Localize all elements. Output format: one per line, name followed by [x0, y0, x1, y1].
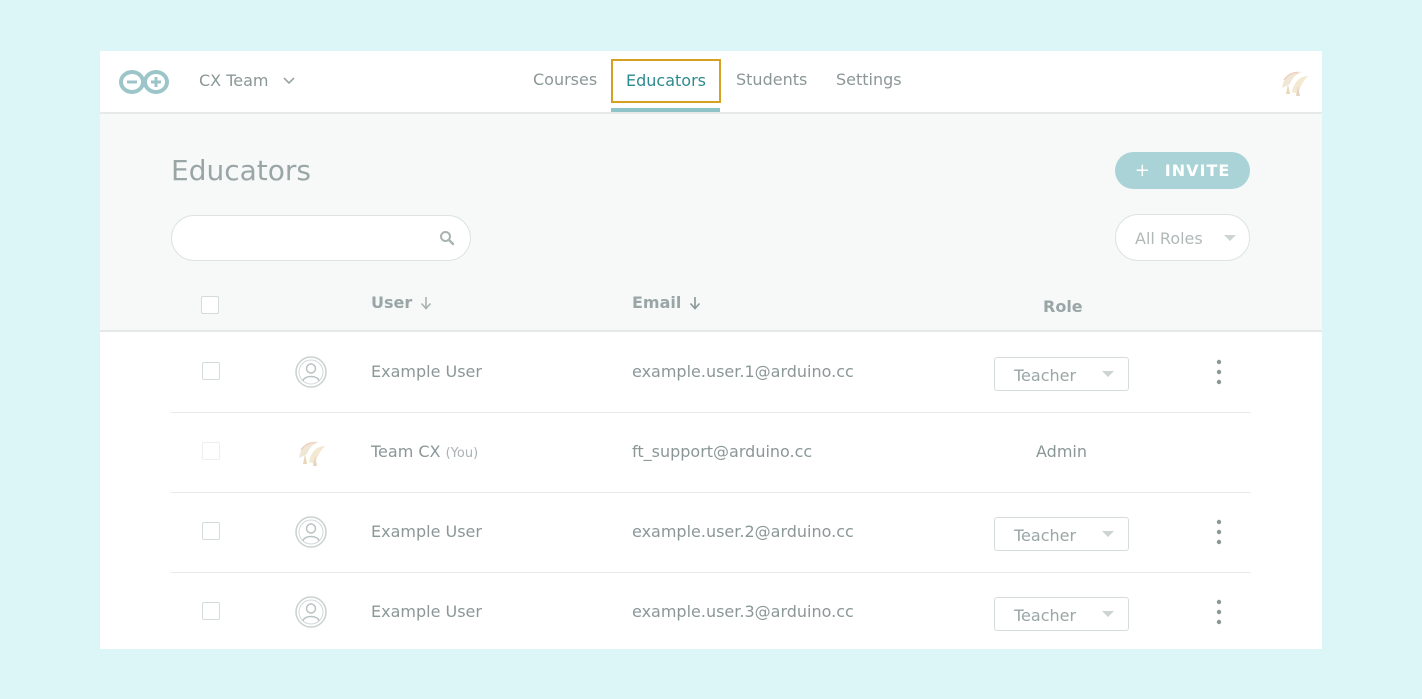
- invite-button[interactable]: + INVITE: [1115, 152, 1250, 189]
- kebab-menu-icon[interactable]: [1213, 598, 1225, 626]
- top-navbar: CX Team Courses Educators Students Setti…: [100, 51, 1322, 114]
- page-title: Educators: [171, 154, 311, 187]
- nav-settings[interactable]: Settings: [836, 59, 902, 101]
- nav-students[interactable]: Students: [736, 59, 807, 101]
- kebab-menu-icon[interactable]: [1213, 518, 1225, 546]
- dropdown-caret-icon: [1102, 611, 1114, 617]
- kebab-menu-icon[interactable]: [1213, 358, 1225, 386]
- user-avatar-icon: [299, 441, 325, 466]
- dropdown-caret-icon: [1102, 531, 1114, 537]
- user-avatar-icon: [295, 596, 327, 628]
- roles-filter-value: All Roles: [1135, 229, 1203, 248]
- role-dropdown[interactable]: Teacher: [994, 517, 1129, 551]
- roles-filter-dropdown[interactable]: All Roles: [1115, 214, 1250, 261]
- you-tag: (You): [445, 446, 479, 461]
- user-email: example.user.2@arduino.cc: [632, 522, 854, 541]
- invite-label: INVITE: [1164, 161, 1231, 180]
- user-name: Example User: [371, 362, 482, 381]
- column-header-role: Role: [1043, 297, 1083, 316]
- user-avatar-icon[interactable]: [1278, 66, 1310, 98]
- row-checkbox[interactable]: [202, 602, 220, 620]
- app-window: CX Team Courses Educators Students Setti…: [100, 51, 1322, 649]
- user-name: Example User: [371, 522, 482, 541]
- role-value: Teacher: [1014, 366, 1077, 385]
- dropdown-caret-icon: [1102, 371, 1114, 377]
- main-nav: Courses Educators Students Settings: [100, 51, 1322, 112]
- page-header: Educators + INVITE All Roles User Email: [100, 114, 1322, 332]
- table-row: Example User example.user.1@arduino.cc T…: [171, 332, 1251, 413]
- user-name: Team CX (You): [371, 442, 479, 461]
- search-box[interactable]: [171, 215, 471, 261]
- search-icon[interactable]: [439, 230, 455, 246]
- user-email: example.user.3@arduino.cc: [632, 602, 854, 621]
- user-email: ft_support@arduino.cc: [632, 442, 813, 461]
- column-header-email[interactable]: Email: [632, 293, 701, 312]
- user-email: example.user.1@arduino.cc: [632, 362, 854, 381]
- table-row: Team CX (You) ft_support@arduino.cc Admi…: [171, 412, 1251, 493]
- active-nav-indicator: [611, 108, 720, 112]
- nav-courses[interactable]: Courses: [533, 59, 597, 101]
- nav-educators[interactable]: Educators: [611, 59, 721, 103]
- search-input[interactable]: [188, 228, 432, 246]
- table-row: Example User example.user.3@arduino.cc T…: [171, 572, 1251, 649]
- row-checkbox: [202, 442, 220, 460]
- role-value: Admin: [1036, 442, 1087, 461]
- user-avatar-icon: [295, 356, 327, 388]
- role-value: Teacher: [1014, 606, 1077, 625]
- row-checkbox[interactable]: [202, 522, 220, 540]
- role-value: Teacher: [1014, 526, 1077, 545]
- column-header-user[interactable]: User: [371, 293, 432, 312]
- role-dropdown[interactable]: Teacher: [994, 357, 1129, 391]
- user-name: Example User: [371, 602, 482, 621]
- select-all-checkbox[interactable]: [201, 296, 219, 314]
- row-checkbox[interactable]: [202, 362, 220, 380]
- sort-down-icon: [421, 296, 432, 310]
- table-row: Example User example.user.2@arduino.cc T…: [171, 492, 1251, 573]
- sort-down-icon: [690, 296, 701, 310]
- plus-icon: +: [1134, 160, 1151, 181]
- role-dropdown[interactable]: Teacher: [994, 597, 1129, 631]
- user-avatar-icon: [295, 516, 327, 548]
- dropdown-caret-icon: [1224, 235, 1236, 241]
